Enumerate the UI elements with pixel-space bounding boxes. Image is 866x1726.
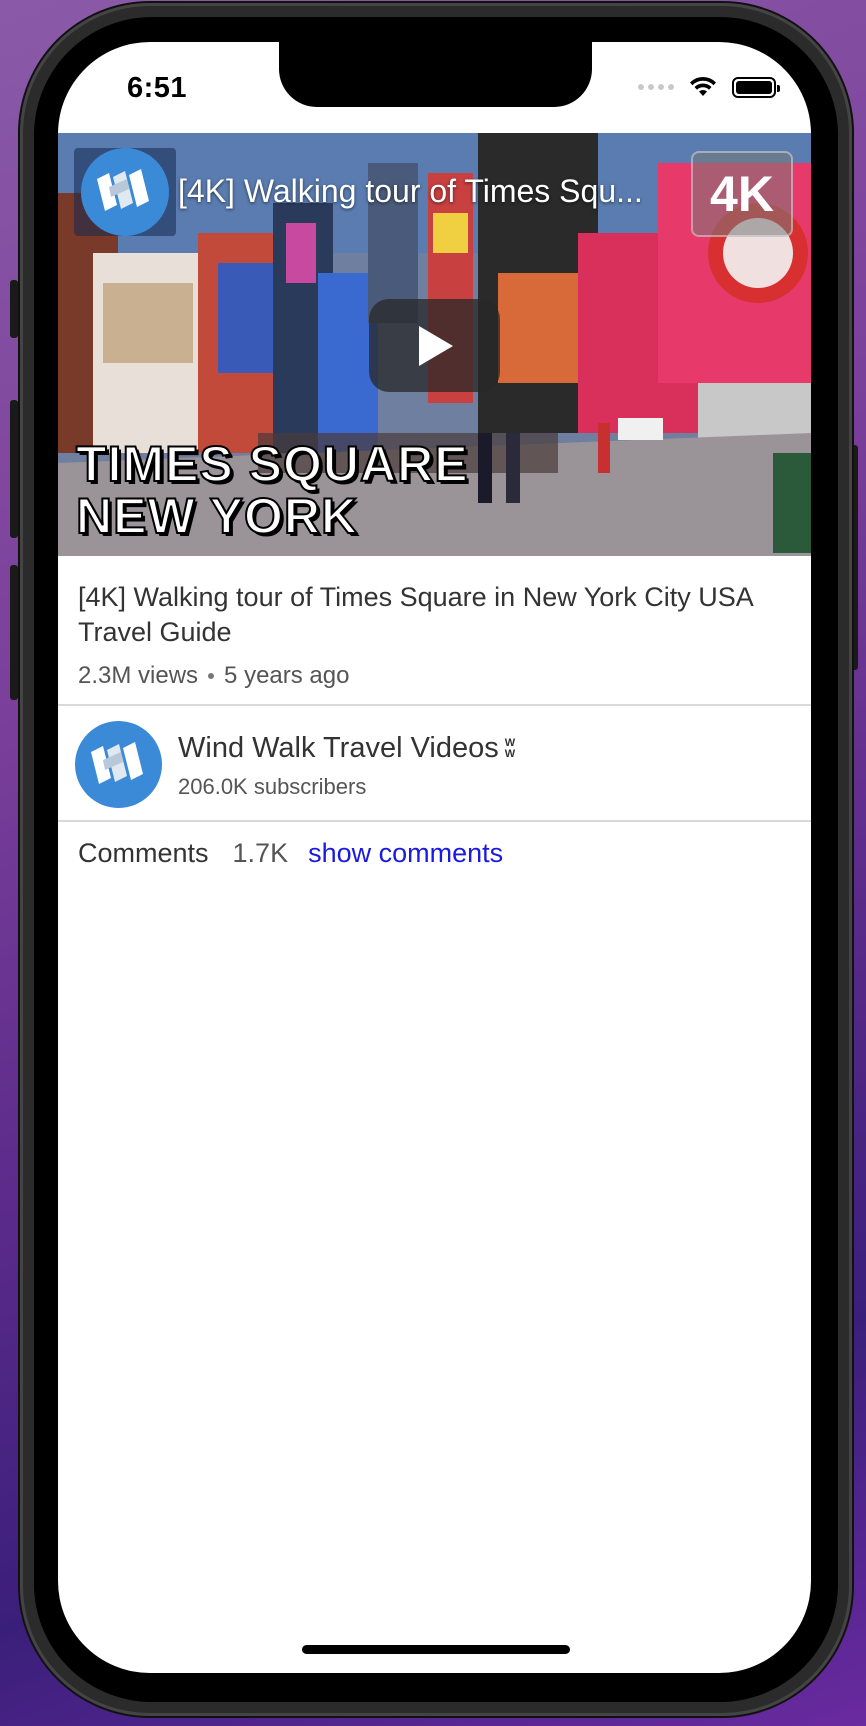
thumbnail-caption-line: TIMES SQUARE <box>75 436 469 492</box>
channel-name-text: Wind Walk Travel Videos <box>178 732 499 764</box>
comments-label: Comments <box>78 838 209 868</box>
battery-icon <box>732 76 780 98</box>
video-player[interactable]: [4K] Walking tour of Times Squ... 4K TIM… <box>58 133 811 556</box>
app-screen: 6:51 [4K] Walking tour of Times Squ... 4… <box>58 42 811 1673</box>
notch <box>279 42 592 107</box>
home-indicator[interactable] <box>302 1645 570 1654</box>
quality-badge: 4K <box>691 151 793 237</box>
cellular-signal-icon <box>638 84 674 90</box>
comments-row: Comments 1.7K show comments <box>78 838 503 869</box>
channel-row[interactable]: Wind Walk Travel Videos W W 206.0K subsc… <box>58 706 811 816</box>
subscriber-count: 206.0K subscribers <box>178 774 367 799</box>
play-icon <box>418 325 453 366</box>
show-comments-link[interactable]: show comments <box>308 838 503 869</box>
play-button[interactable] <box>369 299 500 392</box>
view-count: 2.3M views <box>78 662 199 689</box>
video-title: [4K] Walking tour of Times Square in New… <box>78 582 753 647</box>
video-overlay-title: [4K] Walking tour of Times Squ... <box>178 173 643 209</box>
wind-walk-logo-icon <box>90 741 143 784</box>
separator-dot <box>208 673 215 679</box>
avatar[interactable] <box>75 721 162 808</box>
channel-name[interactable]: Wind Walk Travel Videos W W <box>178 732 515 765</box>
channel-verified-mark: W W <box>504 736 516 760</box>
video-meta: 2.3M views 5 years ago <box>78 662 349 690</box>
volume-down-button <box>10 565 18 700</box>
silent-switch <box>10 280 18 338</box>
divider <box>58 820 811 822</box>
upload-age: 5 years ago <box>224 662 350 689</box>
wind-walk-logo-icon <box>97 169 149 211</box>
thumbnail-caption: TIMES SQUARE NEW YORK <box>75 436 469 544</box>
comments-count: 1.7K <box>232 838 289 868</box>
status-time: 6:51 <box>127 72 188 104</box>
volume-up-button <box>10 400 18 538</box>
channel-logo-overlay[interactable] <box>74 148 176 236</box>
status-indicators <box>638 76 780 98</box>
wifi-icon <box>690 76 716 96</box>
thumbnail-caption-line: NEW YORK <box>75 488 359 544</box>
